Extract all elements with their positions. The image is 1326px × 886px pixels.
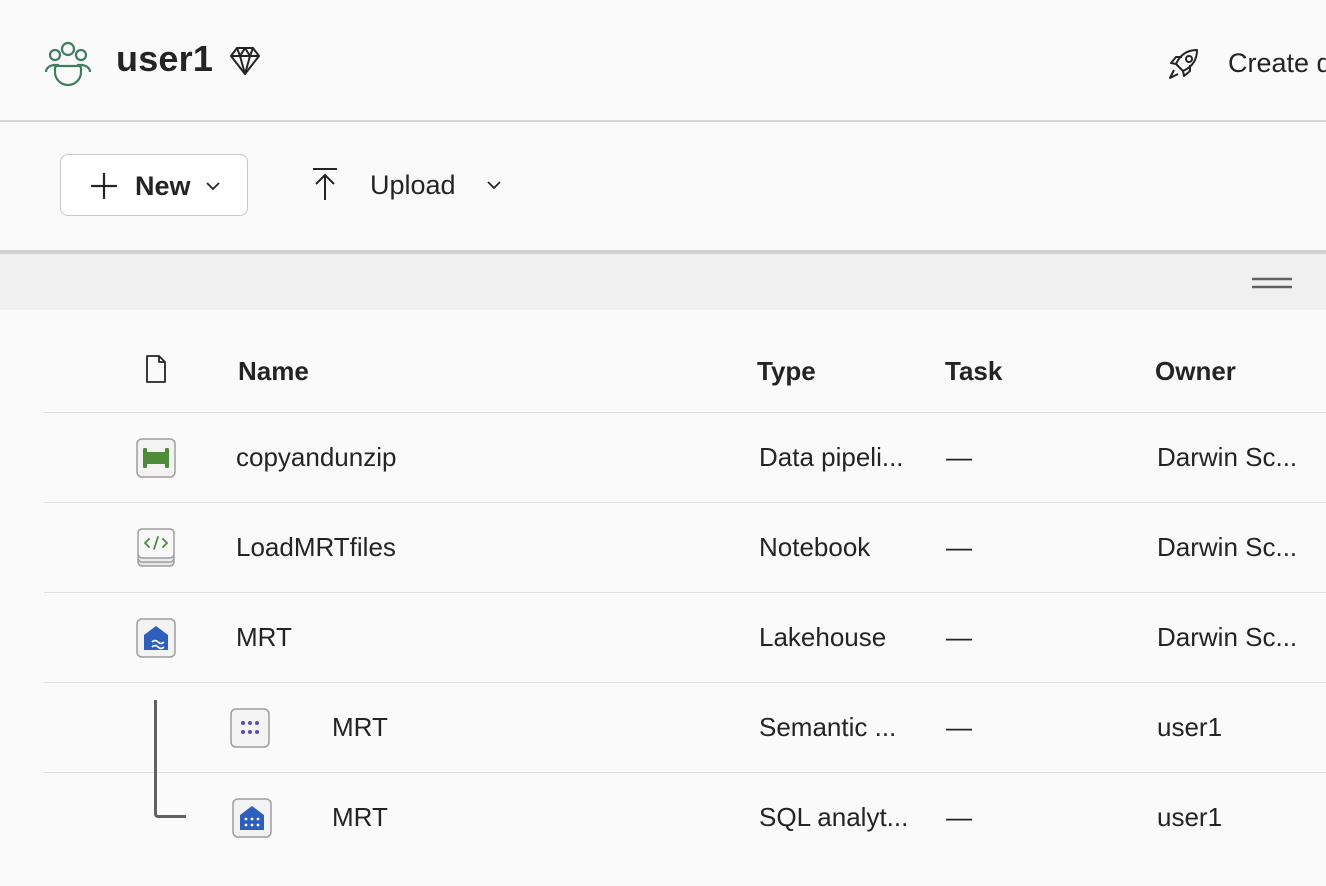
table-row[interactable]: MRT SQL analyt... — user1 [44, 774, 1326, 862]
file-type-icon [146, 355, 166, 383]
table-row[interactable]: copyandunzip Data pipeli... — Darwin Sc.… [44, 414, 1326, 503]
chevron-down-icon [487, 181, 501, 190]
item-owner: Darwin Sc... [1157, 622, 1298, 652]
item-type: Lakehouse [759, 622, 887, 652]
plus-icon [91, 173, 117, 199]
upload-button-label: Upload [370, 170, 456, 200]
column-header-name[interactable]: Name [238, 356, 309, 387]
item-task: — [946, 622, 972, 652]
column-header-task[interactable]: Task [945, 356, 1002, 387]
diamond-icon [230, 47, 260, 75]
sql-endpoint-icon [232, 798, 272, 838]
pane-divider [0, 254, 1326, 310]
upload-icon [313, 168, 337, 200]
resize-handle-icon[interactable] [1252, 276, 1292, 290]
rocket-icon[interactable] [1166, 46, 1202, 82]
item-name[interactable]: copyandunzip [236, 442, 396, 473]
new-button[interactable]: New [60, 154, 248, 216]
item-type: Semantic ... [759, 712, 897, 742]
workspace-header: user1 Create d [0, 0, 1326, 122]
table-row[interactable]: LoadMRTfiles Notebook — Darwin Sc... [44, 504, 1326, 593]
upload-button[interactable]: Upload [300, 154, 520, 216]
table-row[interactable]: MRT Lakehouse — Darwin Sc... [44, 594, 1326, 683]
semantic-model-icon [230, 708, 270, 748]
item-type: Notebook [759, 532, 871, 562]
new-button-label: New [135, 171, 191, 201]
item-task: — [946, 712, 972, 742]
item-name[interactable]: MRT [332, 802, 388, 833]
child-items-connector [154, 700, 186, 818]
table-row[interactable]: MRT Semantic ... — user1 [44, 684, 1326, 773]
item-type: Data pipeli... [759, 442, 904, 472]
item-owner: user1 [1157, 712, 1223, 742]
item-task: — [946, 802, 972, 832]
chevron-down-icon [206, 182, 220, 191]
lakehouse-icon [136, 618, 176, 658]
item-name[interactable]: MRT [332, 712, 388, 743]
item-name[interactable]: MRT [236, 622, 292, 653]
item-name[interactable]: LoadMRTfiles [236, 532, 396, 563]
pipeline-icon [136, 438, 176, 478]
create-deployment-link[interactable]: Create d [1228, 48, 1326, 79]
workspace-title: user1 [116, 38, 214, 79]
item-owner: Darwin Sc... [1157, 442, 1298, 472]
item-owner: user1 [1157, 802, 1223, 832]
column-header-type[interactable]: Type [757, 356, 816, 387]
command-toolbar: New Upload [0, 122, 1326, 254]
item-type: SQL analyt... [759, 802, 909, 832]
table-header: Name Type Task Owner [44, 330, 1326, 413]
item-task: — [946, 532, 972, 562]
notebook-icon [137, 528, 175, 567]
column-header-owner[interactable]: Owner [1155, 356, 1236, 387]
item-task: — [946, 442, 972, 472]
people-group-icon [44, 41, 92, 87]
item-owner: Darwin Sc... [1157, 532, 1298, 562]
